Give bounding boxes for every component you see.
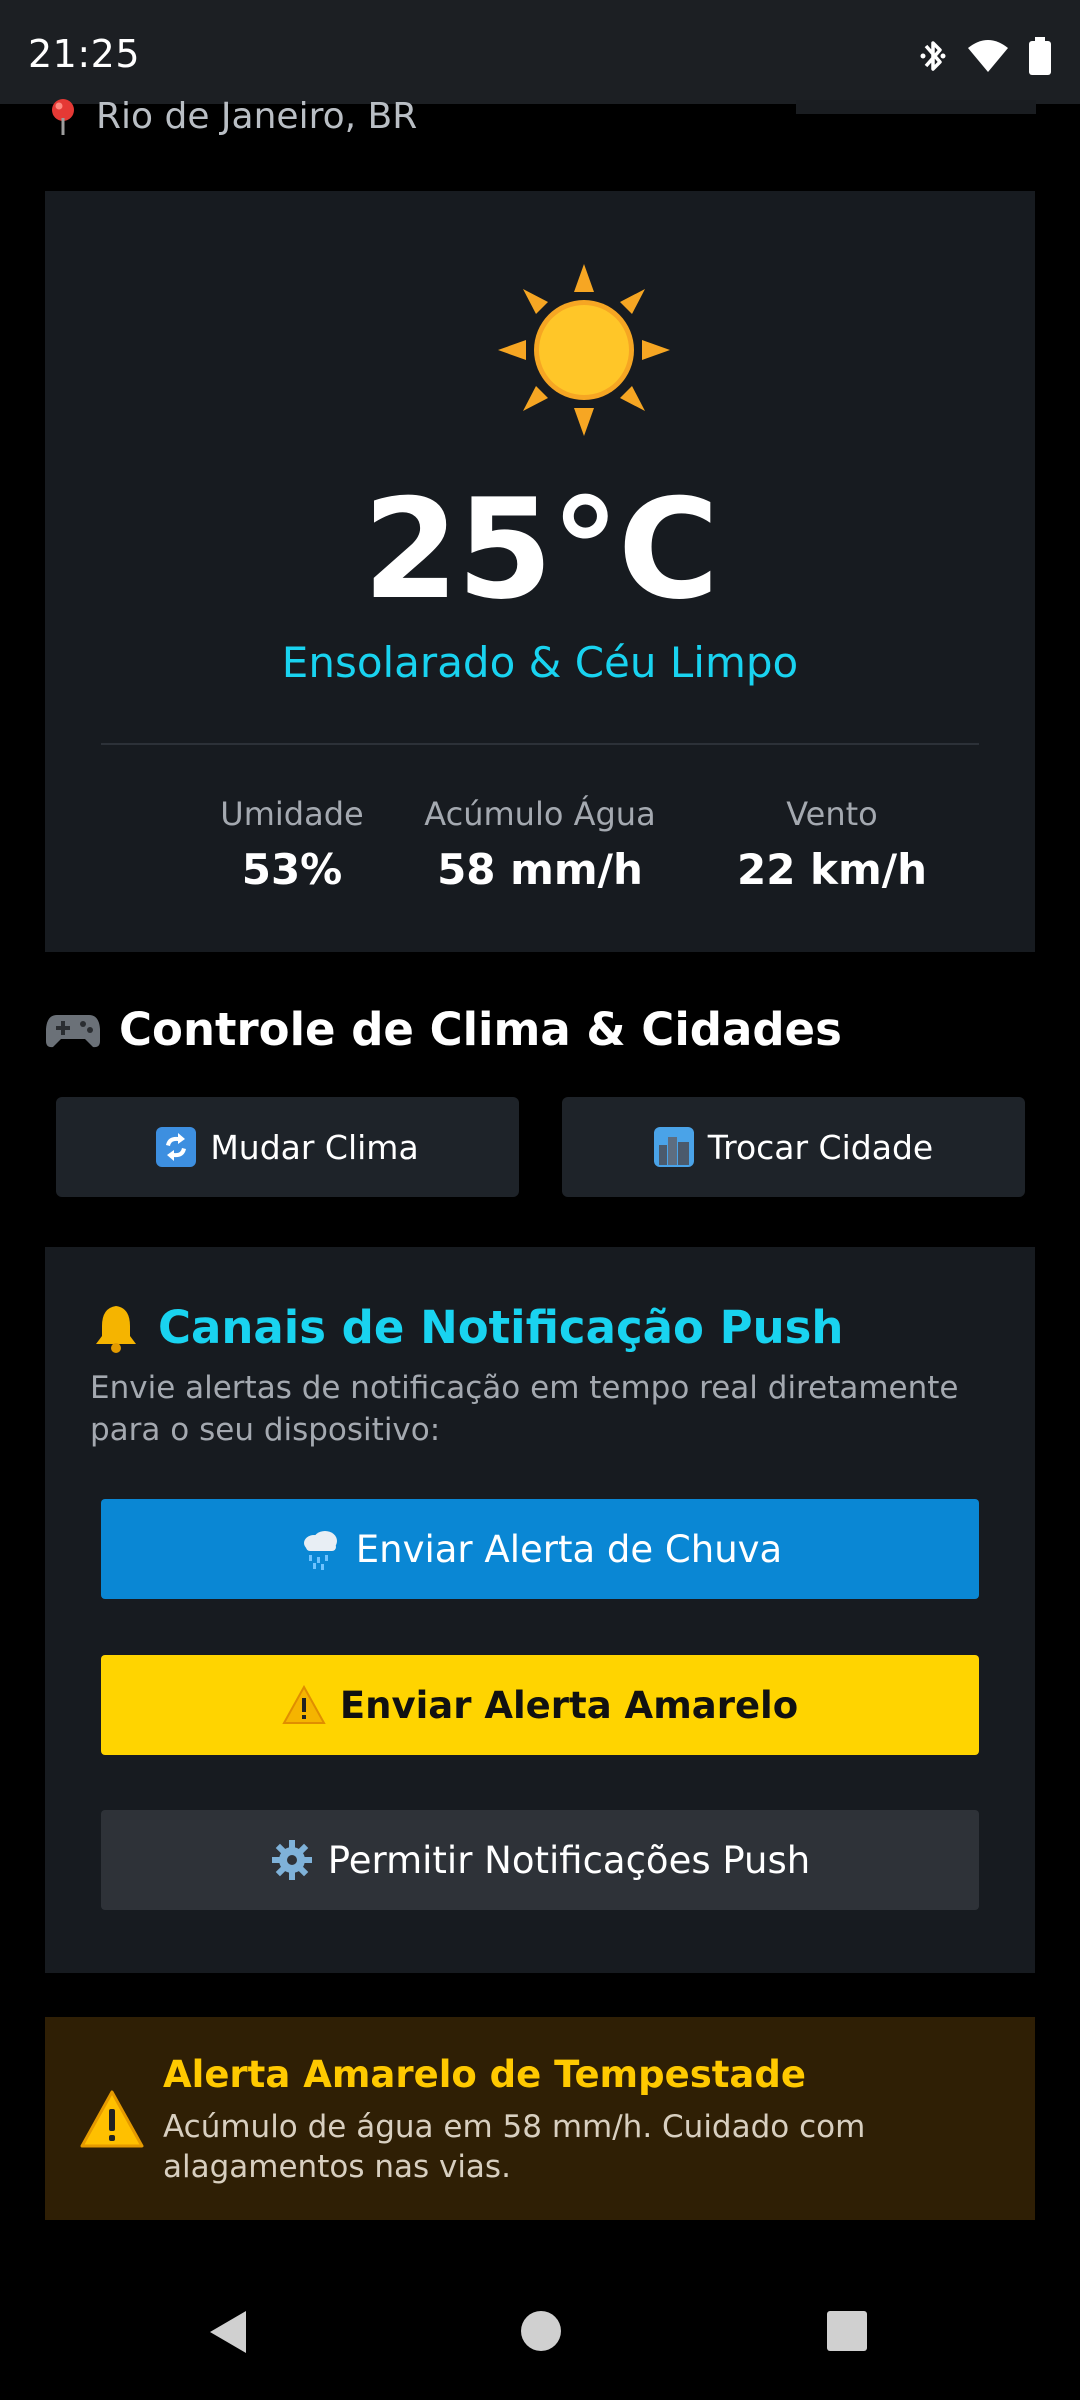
change-weather-label: Mudar Clima	[210, 1127, 419, 1167]
stat-water-accumulation: Acúmulo Água 58 mm/h	[390, 795, 690, 894]
controls-section-title: Controle de Clima & Cidades	[45, 1003, 842, 1056]
controls-title-text: Controle de Clima & Cidades	[119, 1003, 842, 1056]
header-tab-stub	[796, 100, 1036, 114]
alert-title: Alerta Amarelo de Tempestade	[163, 2053, 806, 2096]
temperature: 25°C	[362, 469, 719, 630]
battery-icon	[1029, 37, 1051, 75]
stat-label: Vento	[786, 795, 878, 833]
refresh-icon	[156, 1127, 197, 1167]
sun-icon	[498, 264, 670, 436]
gear-icon	[271, 1840, 312, 1880]
weather-condition: Ensolarado & Céu Limpo	[281, 638, 799, 687]
yellow-alert-label: Enviar Alerta Amarelo	[339, 1683, 799, 1727]
rain-alert-label: Enviar Alerta de Chuva	[355, 1527, 783, 1571]
rain-cloud-icon	[303, 1531, 337, 1570]
change-city-label: Trocar Cidade	[707, 1127, 934, 1167]
stat-value: 58 mm/h	[437, 845, 643, 894]
weather-app-screen: 21:25 Rio de Janeiro, BR 25°C Ensolarado…	[0, 0, 1080, 2400]
send-yellow-alert-button[interactable]: Enviar Alerta Amarelo	[101, 1655, 979, 1755]
weather-card: 25°C Ensolarado & Céu Limpo Umidade 53% …	[45, 191, 1035, 952]
push-notifications-card: Canais de Notificação Push Envie alertas…	[45, 1247, 1035, 1973]
stat-label: Acúmulo Água	[424, 795, 656, 833]
warning-icon	[282, 1685, 326, 1724]
status-bar: 21:25	[0, 0, 1080, 104]
navigation-bar	[0, 2268, 1080, 2400]
notifications-description: Envie alertas de notificação em tempo re…	[90, 1370, 959, 1448]
bluetooth-icon	[920, 41, 946, 71]
location-text: Rio de Janeiro, BR	[96, 96, 418, 137]
notifications-title: Canais de Notificação Push	[90, 1301, 843, 1354]
city-icon	[653, 1127, 694, 1167]
alert-message: Acúmulo de água em 58 mm/h. Cuidado com …	[163, 2109, 866, 2185]
notifications-title-text: Canais de Notificação Push	[158, 1301, 844, 1354]
location-label: Rio de Janeiro, BR	[48, 96, 417, 137]
bell-icon	[96, 1305, 136, 1353]
change-city-button[interactable]: Trocar Cidade	[562, 1097, 1025, 1197]
wifi-icon	[968, 40, 1008, 72]
change-weather-button[interactable]: Mudar Clima	[56, 1097, 519, 1197]
send-rain-alert-button[interactable]: Enviar Alerta de Chuva	[101, 1499, 979, 1599]
stat-value: 22 km/h	[736, 845, 927, 894]
recents-icon[interactable]	[826, 2310, 868, 2352]
gamepad-icon	[46, 1014, 100, 1047]
back-icon[interactable]	[206, 2308, 250, 2356]
card-divider	[101, 743, 979, 745]
warning-icon	[80, 2090, 144, 2148]
home-icon[interactable]	[520, 2310, 562, 2352]
status-time: 21:25	[28, 32, 141, 76]
permit-label: Permitir Notificações Push	[327, 1838, 811, 1882]
status-icons	[918, 36, 1052, 76]
storm-alert-banner: Alerta Amarelo de Tempestade Acúmulo de …	[45, 2017, 1035, 2220]
stat-wind: Vento 22 km/h	[682, 795, 982, 894]
permit-push-button[interactable]: Permitir Notificações Push	[101, 1810, 979, 1910]
pin-icon	[52, 98, 74, 135]
